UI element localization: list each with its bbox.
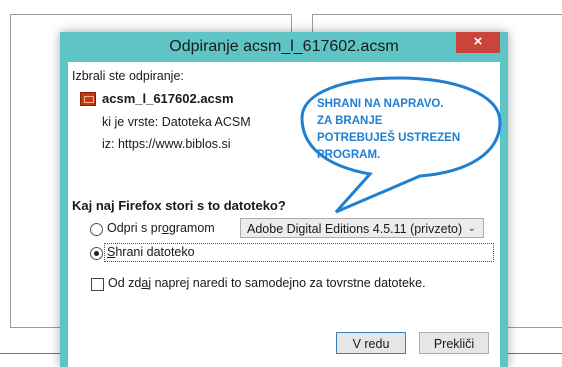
remember-choice-label[interactable]: Od zdaj naprej naredi to samodejno za to… (108, 276, 426, 290)
close-button[interactable]: × (456, 32, 500, 53)
action-question: Kaj naj Firefox stori s to datoteko? (72, 198, 286, 213)
file-source: iz: https://www.biblos.si (102, 137, 231, 151)
file-type: ki je vrste: Datoteka ACSM (102, 115, 251, 129)
close-icon: × (473, 33, 483, 50)
callout-line: PROGRAM. (317, 149, 381, 161)
ok-button[interactable]: V redu (336, 332, 406, 354)
dialog-titlebar[interactable]: Odpiranje acsm_l_617602.acsm × (60, 32, 508, 62)
open-with-label[interactable]: Odpri s programom (107, 221, 215, 235)
save-file-radio[interactable] (90, 247, 103, 260)
intro-label: Izbrali ste odpiranje: (72, 69, 184, 83)
download-dialog: Odpiranje acsm_l_617602.acsm × Izbrali s… (60, 32, 508, 367)
application-select[interactable]: Adobe Digital Editions 4.5.11 (privzeto)… (240, 218, 484, 238)
callout-line: POTREBUJEŠ USTREZEN (317, 132, 461, 144)
application-select-value: Adobe Digital Editions 4.5.11 (privzeto) (247, 222, 463, 236)
chevron-down-icon: ⌄ (467, 223, 476, 234)
open-with-text: Odpri s programom (107, 221, 215, 235)
callout-line: SHRANI NA NAPRAVO. (317, 98, 444, 110)
remember-choice-checkbox[interactable] (91, 278, 104, 291)
save-file-label[interactable]: Shrani datoteko (107, 245, 195, 259)
callout-text: SHRANI NA NAPRAVO. ZA BRANJE POTREBUJEŠ … (317, 96, 487, 164)
acsm-file-icon (80, 92, 96, 106)
callout-line: ZA BRANJE (317, 115, 383, 127)
file-name: acsm_l_617602.acsm (102, 91, 234, 106)
cancel-button[interactable]: Prekliči (419, 332, 489, 354)
dialog-title: Odpiranje acsm_l_617602.acsm (169, 38, 399, 55)
open-with-radio[interactable] (90, 223, 103, 236)
